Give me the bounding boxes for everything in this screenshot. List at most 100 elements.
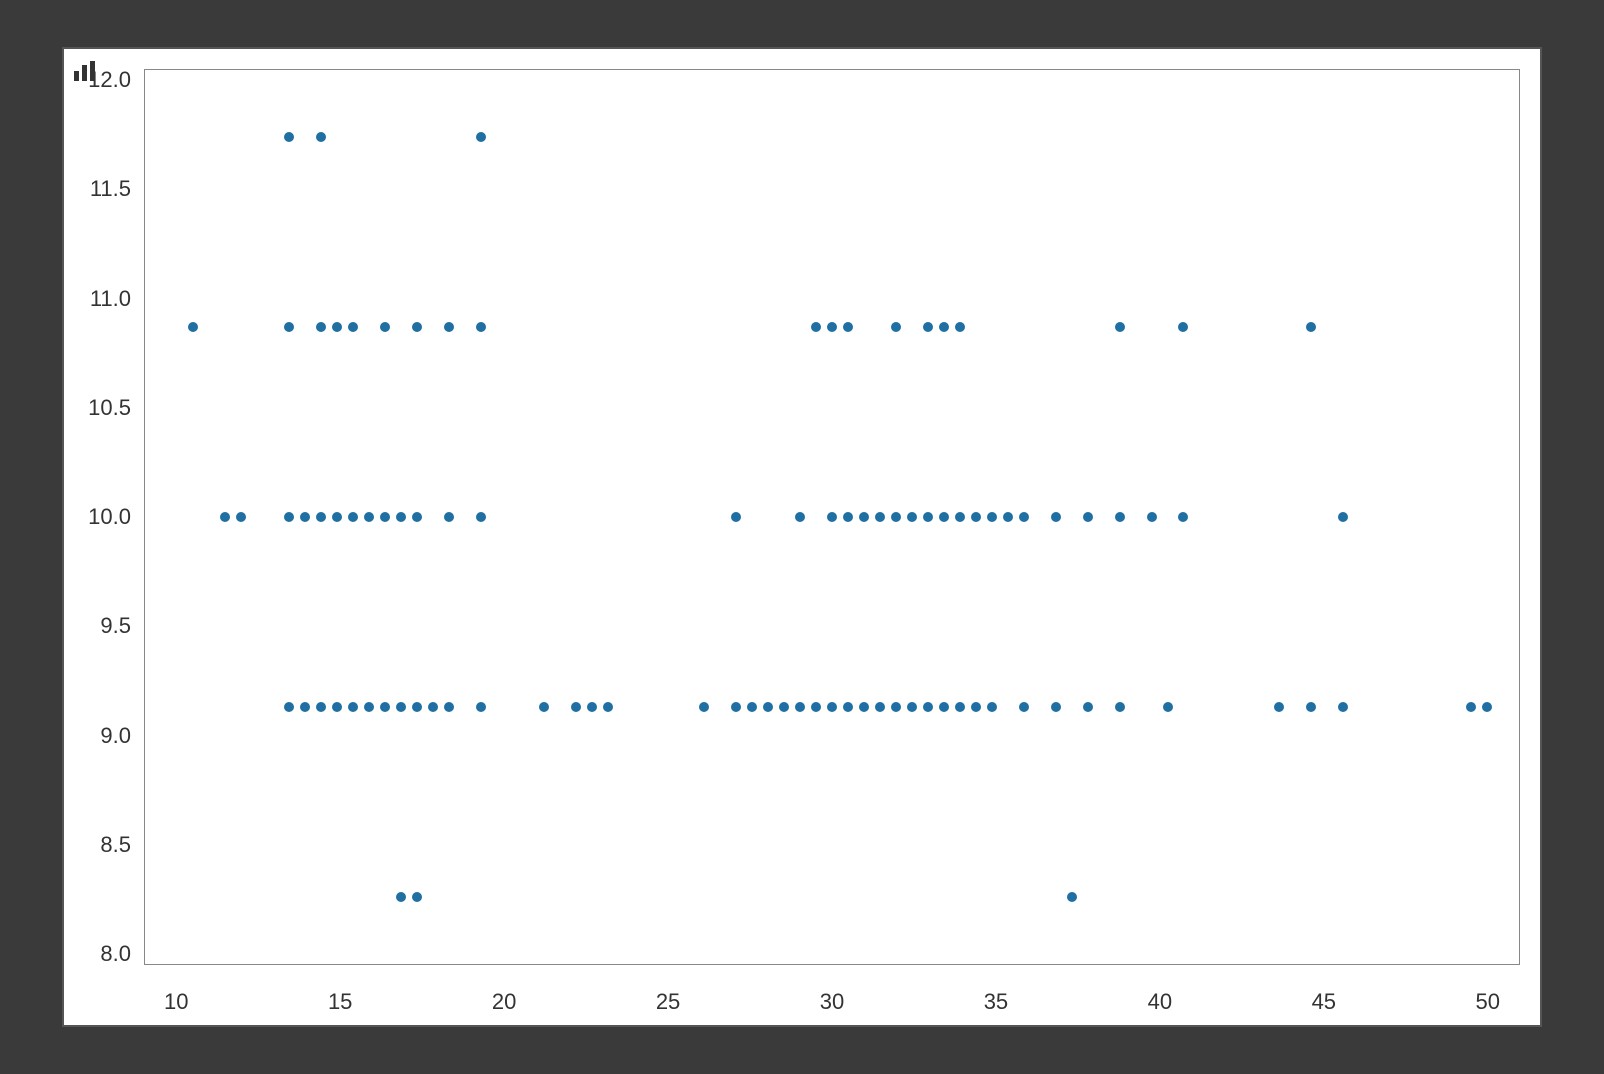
data-dot-34 — [939, 512, 949, 522]
data-dot-40 — [1051, 512, 1061, 522]
y-label-95: 9.5 — [74, 615, 139, 637]
data-dot-12 — [220, 512, 230, 522]
y-label-8: 8.0 — [74, 943, 139, 965]
data-dot-60 — [587, 702, 597, 712]
x-label-45: 45 — [1312, 989, 1336, 1015]
data-dot-45 — [1338, 512, 1348, 522]
data-dot-6 — [348, 322, 358, 332]
data-dot-64 — [747, 702, 757, 712]
data-dot-50 — [348, 702, 358, 712]
data-dot-28 — [843, 512, 853, 522]
data-dot-44 — [1178, 512, 1188, 522]
data-dot-35 — [955, 512, 965, 522]
data-dot-5 — [332, 322, 342, 332]
y-label-115: 11.5 — [74, 178, 139, 200]
data-dot-16 — [316, 512, 326, 522]
data-dot-19 — [364, 512, 374, 522]
data-dot-23 — [444, 512, 454, 522]
x-label-30: 30 — [820, 989, 844, 1015]
y-label-10: 10.0 — [74, 506, 139, 528]
x-label-35: 35 — [984, 989, 1008, 1015]
data-dot-80 — [1019, 702, 1029, 712]
y-axis: 12.0 11.5 11.0 10.5 10.0 9.5 9.0 8.5 8.0 — [74, 69, 139, 965]
data-dot-96 — [891, 322, 901, 332]
data-dot-37 — [987, 512, 997, 522]
x-label-10: 10 — [164, 989, 188, 1015]
data-dot-55 — [428, 702, 438, 712]
data-dot-75 — [923, 702, 933, 712]
data-dot-91 — [412, 892, 422, 902]
data-dot-46 — [284, 702, 294, 712]
data-dot-79 — [987, 702, 997, 712]
data-dot-101 — [1178, 322, 1188, 332]
data-dot-52 — [380, 702, 390, 712]
data-dot-33 — [923, 512, 933, 522]
data-dot-94 — [827, 322, 837, 332]
data-dot-83 — [1115, 702, 1125, 712]
data-dot-26 — [795, 512, 805, 522]
data-dot-97 — [923, 322, 933, 332]
data-dot-84 — [1163, 702, 1173, 712]
data-dot-92 — [1067, 892, 1077, 902]
data-dot-15 — [300, 512, 310, 522]
data-dot-63 — [731, 702, 741, 712]
data-dot-11 — [476, 322, 486, 332]
data-dot-20 — [380, 512, 390, 522]
data-dot-76 — [939, 702, 949, 712]
data-dot-66 — [779, 702, 789, 712]
data-dot-69 — [827, 702, 837, 712]
data-dot-9 — [444, 322, 454, 332]
data-dot-61 — [603, 702, 613, 712]
data-dot-38 — [1003, 512, 1013, 522]
y-label-12: 12.0 — [74, 69, 139, 91]
data-dot-82 — [1083, 702, 1093, 712]
data-dot-21 — [396, 512, 406, 522]
data-dot-3 — [284, 322, 294, 332]
data-dot-48 — [316, 702, 326, 712]
x-label-15: 15 — [328, 989, 352, 1015]
data-dot-86 — [1306, 702, 1316, 712]
data-dot-14 — [284, 512, 294, 522]
data-dot-62 — [699, 702, 709, 712]
y-label-105: 10.5 — [74, 397, 139, 419]
x-label-20: 20 — [492, 989, 516, 1015]
data-dot-30 — [875, 512, 885, 522]
data-dot-36 — [971, 512, 981, 522]
x-label-25: 25 — [656, 989, 680, 1015]
x-axis: 10 15 20 25 30 35 40 45 50 — [144, 989, 1520, 1015]
data-dot-88 — [1466, 702, 1476, 712]
data-dot-77 — [955, 702, 965, 712]
data-dot-87 — [1338, 702, 1348, 712]
data-dot-90 — [396, 892, 406, 902]
data-dot-65 — [763, 702, 773, 712]
data-dot-89 — [1482, 702, 1492, 712]
data-dot-0 — [188, 322, 198, 332]
data-dot-2 — [316, 132, 326, 142]
data-dot-18 — [348, 512, 358, 522]
data-dot-54 — [412, 702, 422, 712]
data-dot-47 — [300, 702, 310, 712]
data-dot-17 — [332, 512, 342, 522]
data-dot-27 — [827, 512, 837, 522]
data-dot-100 — [1115, 322, 1125, 332]
data-dot-41 — [1083, 512, 1093, 522]
y-label-85: 8.5 — [74, 834, 139, 856]
data-dot-57 — [476, 702, 486, 712]
data-dot-32 — [907, 512, 917, 522]
y-label-9: 9.0 — [74, 725, 139, 747]
data-dot-67 — [795, 702, 805, 712]
data-dot-73 — [891, 702, 901, 712]
data-dot-59 — [571, 702, 581, 712]
chart-container: 12.0 11.5 11.0 10.5 10.0 9.5 9.0 8.5 8.0… — [62, 47, 1542, 1027]
x-label-50: 50 — [1476, 989, 1500, 1015]
data-dot-49 — [332, 702, 342, 712]
data-dot-4 — [316, 322, 326, 332]
data-dot-74 — [907, 702, 917, 712]
data-dot-78 — [971, 702, 981, 712]
plot-area — [144, 69, 1520, 965]
data-dot-22 — [412, 512, 422, 522]
x-label-40: 40 — [1148, 989, 1172, 1015]
data-dot-93 — [811, 322, 821, 332]
data-dot-25 — [731, 512, 741, 522]
data-dot-58 — [539, 702, 549, 712]
